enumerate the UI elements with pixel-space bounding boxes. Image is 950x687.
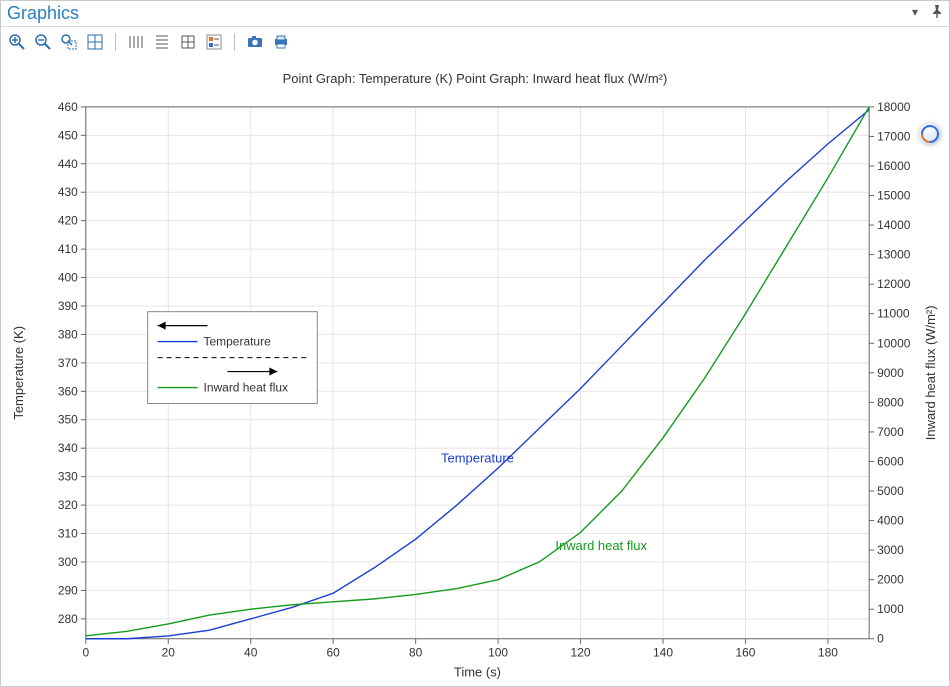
print-button[interactable] bbox=[269, 30, 293, 54]
annotation: Temperature bbox=[441, 450, 514, 465]
svg-text:420: 420 bbox=[58, 214, 78, 228]
zoom-out-icon bbox=[34, 33, 52, 51]
svg-text:4000: 4000 bbox=[877, 514, 904, 528]
camera-icon bbox=[246, 33, 264, 51]
plot-canvas[interactable]: Point Graph: Temperature (K) Point Graph… bbox=[1, 57, 949, 687]
zoom-extents-icon bbox=[86, 33, 104, 51]
svg-text:310: 310 bbox=[58, 527, 78, 541]
svg-text:1000: 1000 bbox=[877, 602, 904, 616]
svg-text:140: 140 bbox=[653, 646, 673, 660]
svg-text:10000: 10000 bbox=[877, 336, 911, 350]
legend-toggle-button[interactable] bbox=[202, 30, 226, 54]
svg-text:350: 350 bbox=[58, 413, 78, 427]
grid-minor-icon bbox=[153, 33, 171, 51]
svg-text:370: 370 bbox=[58, 356, 78, 370]
svg-text:14000: 14000 bbox=[877, 218, 911, 232]
svg-text:0: 0 bbox=[877, 632, 884, 646]
grid-toggle-button[interactable] bbox=[176, 30, 200, 54]
svg-text:17000: 17000 bbox=[877, 129, 911, 143]
svg-text:Temperature: Temperature bbox=[204, 335, 272, 349]
svg-text:450: 450 bbox=[58, 128, 78, 142]
svg-text:40: 40 bbox=[244, 646, 258, 660]
print-icon bbox=[272, 33, 290, 51]
panel-controls: ▾ bbox=[907, 4, 945, 20]
svg-text:11000: 11000 bbox=[877, 307, 910, 321]
svg-text:430: 430 bbox=[58, 185, 78, 199]
panel-menu-icon[interactable]: ▾ bbox=[907, 4, 923, 20]
svg-text:360: 360 bbox=[58, 384, 78, 398]
toolbar-separator bbox=[234, 33, 235, 51]
svg-text:400: 400 bbox=[58, 271, 78, 285]
toolbar-separator bbox=[115, 33, 116, 51]
legend: Temperature Inward heat flux bbox=[148, 312, 318, 404]
svg-text:5000: 5000 bbox=[877, 484, 904, 498]
svg-text:16000: 16000 bbox=[877, 159, 911, 173]
svg-text:60: 60 bbox=[327, 646, 341, 660]
svg-text:180: 180 bbox=[818, 646, 838, 660]
zoom-box-button[interactable] bbox=[57, 30, 81, 54]
legend-toggle-icon bbox=[205, 33, 223, 51]
svg-text:9000: 9000 bbox=[877, 366, 904, 380]
panel-header: Graphics ▾ bbox=[1, 1, 949, 27]
svg-text:6000: 6000 bbox=[877, 454, 904, 468]
svg-text:Inward heat flux: Inward heat flux bbox=[204, 381, 289, 395]
plot-region: Point Graph: Temperature (K) Point Graph… bbox=[1, 57, 949, 686]
annotation: Inward heat flux bbox=[555, 538, 647, 553]
svg-text:8000: 8000 bbox=[877, 395, 904, 409]
svg-text:330: 330 bbox=[58, 470, 78, 484]
svg-text:340: 340 bbox=[58, 441, 78, 455]
svg-text:280: 280 bbox=[58, 612, 78, 626]
zoom-in-icon bbox=[8, 33, 26, 51]
svg-text:300: 300 bbox=[58, 555, 78, 569]
svg-text:80: 80 bbox=[409, 646, 423, 660]
svg-text:460: 460 bbox=[58, 100, 78, 114]
snapshot-button[interactable] bbox=[243, 30, 267, 54]
svg-text:120: 120 bbox=[571, 646, 591, 660]
svg-text:0: 0 bbox=[82, 646, 89, 660]
svg-text:15000: 15000 bbox=[877, 189, 911, 203]
y-axis-left-label: Temperature (K) bbox=[11, 326, 26, 420]
svg-text:410: 410 bbox=[58, 242, 78, 256]
svg-text:380: 380 bbox=[58, 327, 78, 341]
toolbar bbox=[1, 27, 949, 57]
svg-text:3000: 3000 bbox=[877, 543, 904, 557]
svg-text:18000: 18000 bbox=[877, 100, 911, 114]
svg-text:440: 440 bbox=[58, 157, 78, 171]
svg-text:12000: 12000 bbox=[877, 277, 911, 291]
svg-text:7000: 7000 bbox=[877, 425, 904, 439]
x-log-button[interactable] bbox=[124, 30, 148, 54]
svg-text:390: 390 bbox=[58, 299, 78, 313]
pin-icon[interactable] bbox=[929, 4, 945, 20]
x-axis-label: Time (s) bbox=[454, 665, 501, 680]
zoom-extents-button[interactable] bbox=[83, 30, 107, 54]
svg-text:320: 320 bbox=[58, 498, 78, 512]
svg-text:13000: 13000 bbox=[877, 248, 911, 262]
svg-text:160: 160 bbox=[735, 646, 755, 660]
panel-title: Graphics bbox=[7, 3, 79, 24]
zoom-box-icon bbox=[60, 33, 78, 51]
grid-major-icon bbox=[127, 33, 145, 51]
svg-text:290: 290 bbox=[58, 583, 78, 597]
chart-title: Point Graph: Temperature (K) Point Graph… bbox=[283, 71, 668, 86]
y-log-button[interactable] bbox=[150, 30, 174, 54]
svg-text:100: 100 bbox=[488, 646, 508, 660]
zoom-out-button[interactable] bbox=[31, 30, 55, 54]
zoom-in-button[interactable] bbox=[5, 30, 29, 54]
svg-text:20: 20 bbox=[162, 646, 176, 660]
y-axis-right-label: Inward heat flux (W/m²) bbox=[923, 305, 938, 440]
graphics-panel: Graphics ▾ bbox=[0, 0, 950, 687]
grid-lines-icon bbox=[179, 33, 197, 51]
svg-text:2000: 2000 bbox=[877, 573, 904, 587]
